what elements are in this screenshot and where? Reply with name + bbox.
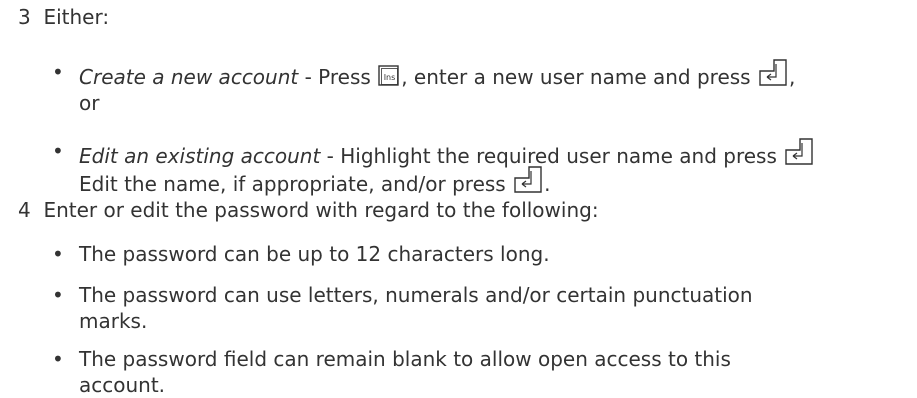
- bullet-characters-cont: marks.: [79, 309, 148, 333]
- bullet-length: The password can be up to 12 characters …: [79, 242, 550, 266]
- step-text: Either:: [43, 5, 110, 29]
- ins-key-icon: Ins: [378, 65, 400, 87]
- step-text: Enter or edit the password with regard t…: [43, 198, 599, 222]
- bullet-edit-account-cont: Edit the name, if appropriate, and/or pr…: [79, 166, 550, 197]
- bullet-blank: The password field can remain blank to a…: [79, 347, 731, 371]
- bullet-italic-label: Edit an existing account: [79, 144, 321, 168]
- bullet-italic-label: Create a new account: [79, 65, 299, 89]
- bullet-marker: •: [52, 242, 64, 266]
- step-4: 4 Enter or edit the password with regard…: [18, 197, 599, 223]
- bullet-marker: •: [52, 139, 64, 163]
- bullet-characters: The password can use letters, numerals a…: [79, 283, 753, 307]
- bullet-create-account-cont: or: [79, 91, 100, 115]
- svg-text:Ins: Ins: [384, 73, 396, 82]
- enter-key-icon: [758, 59, 788, 87]
- bullet-edit-account: Edit an existing account - Highlight the…: [79, 138, 815, 169]
- step-number: 3: [18, 5, 31, 29]
- bullet-marker: •: [52, 347, 64, 371]
- enter-key-icon: [784, 138, 814, 166]
- step-3: 3 Either:: [18, 4, 109, 30]
- bullet-marker: •: [52, 283, 64, 307]
- step-number: 4: [18, 198, 31, 222]
- bullet-blank-cont: account.: [79, 373, 166, 397]
- enter-key-icon: [513, 166, 543, 194]
- bullet-create-account: Create a new account - Press Ins, enter …: [79, 59, 795, 90]
- bullet-marker: •: [52, 60, 64, 84]
